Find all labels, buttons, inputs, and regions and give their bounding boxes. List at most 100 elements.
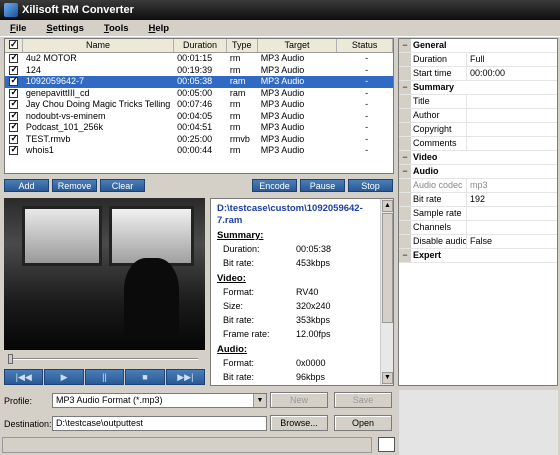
menu-tools[interactable]: Tools: [104, 23, 129, 34]
property-value[interactable]: [467, 137, 557, 150]
property-value[interactable]: Full: [467, 53, 557, 66]
property-category[interactable]: − General: [399, 39, 557, 53]
add-button[interactable]: Add: [4, 179, 49, 192]
property-value[interactable]: [467, 95, 557, 108]
stop-button[interactable]: Stop: [348, 179, 393, 192]
property-row[interactable]: Author: [399, 109, 557, 123]
row-checkbox[interactable]: [5, 145, 23, 157]
collapse-icon[interactable]: −: [399, 39, 411, 52]
scroll-down-icon[interactable]: ▼: [382, 372, 393, 384]
property-row[interactable]: Channels: [399, 221, 557, 235]
col-duration[interactable]: Duration: [174, 39, 227, 52]
row-checkbox[interactable]: [5, 122, 23, 134]
table-row[interactable]: TEST.rmvb 00:25:00 rmvb MP3 Audio -: [5, 134, 393, 146]
select-all-checkbox[interactable]: [5, 39, 23, 52]
row-checkbox[interactable]: [5, 65, 23, 77]
table-row[interactable]: Podcast_101_256k 00:04:51 rm MP3 Audio -: [5, 122, 393, 134]
cell-target: MP3 Audio: [260, 53, 305, 63]
property-row[interactable]: Audio codec mp3: [399, 179, 557, 193]
property-row[interactable]: Sample rate: [399, 207, 557, 221]
collapse-icon[interactable]: −: [399, 151, 411, 164]
property-row[interactable]: Disable audio False: [399, 235, 557, 249]
property-value[interactable]: 192: [467, 193, 557, 206]
property-name: Title: [411, 95, 467, 108]
col-type[interactable]: Type: [227, 39, 258, 52]
encode-button[interactable]: Encode: [252, 179, 297, 192]
property-value[interactable]: [467, 221, 557, 234]
property-row[interactable]: Title: [399, 95, 557, 109]
pause-icon[interactable]: ||: [84, 369, 125, 385]
info-row: Frame rate: 12.00fps: [211, 327, 393, 341]
open-button[interactable]: Open: [334, 415, 392, 431]
seek-bar[interactable]: [4, 352, 205, 366]
property-value[interactable]: False: [467, 235, 557, 248]
collapse-icon[interactable]: −: [399, 81, 411, 94]
info-key: Bit rate:: [223, 258, 255, 268]
play-icon[interactable]: ▶: [44, 369, 84, 385]
property-category[interactable]: − Expert: [399, 249, 557, 263]
property-category[interactable]: − Audio: [399, 165, 557, 179]
table-row[interactable]: 1092059642-7 00:05:38 ram MP3 Audio -: [5, 76, 393, 88]
property-value[interactable]: [467, 109, 557, 122]
property-value[interactable]: [467, 123, 557, 136]
row-checkbox[interactable]: [5, 53, 23, 65]
next-icon[interactable]: ▶▶|: [165, 369, 206, 385]
info-value: RV40: [296, 287, 319, 297]
collapse-icon[interactable]: −: [399, 249, 411, 262]
collapse-icon[interactable]: −: [399, 165, 411, 178]
col-name[interactable]: Name: [23, 39, 175, 52]
property-value[interactable]: [467, 207, 557, 220]
cell-name: genepavittIII_cd: [25, 87, 90, 98]
info-key: Frame rate:: [223, 329, 270, 339]
pause-button[interactable]: Pause: [300, 179, 345, 192]
new-button[interactable]: New: [270, 392, 328, 408]
table-row[interactable]: genepavittIII_cd 00:05:00 ram MP3 Audio -: [5, 88, 393, 100]
menu-settings[interactable]: Settings: [46, 23, 83, 34]
property-value[interactable]: 00:00:00: [467, 67, 557, 80]
remove-button[interactable]: Remove: [52, 179, 97, 192]
cell-type: rm: [229, 122, 241, 132]
menu-help[interactable]: Help: [149, 23, 170, 34]
property-row[interactable]: Start time 00:00:00: [399, 67, 557, 81]
row-checkbox[interactable]: [5, 88, 23, 100]
info-scrollbar[interactable]: ▲ ▼: [380, 199, 393, 385]
property-value[interactable]: mp3: [467, 179, 557, 192]
property-row[interactable]: Comments: [399, 137, 557, 151]
table-row[interactable]: 4u2 MOTOR 00:01:15 rm MP3 Audio -: [5, 53, 393, 65]
scroll-thumb[interactable]: [382, 213, 393, 323]
gutter: [399, 179, 411, 192]
property-row[interactable]: Duration Full: [399, 53, 557, 67]
info-row: Bit rate: 353kbps: [211, 313, 393, 327]
property-category[interactable]: − Summary: [399, 81, 557, 95]
scroll-up-icon[interactable]: ▲: [382, 200, 393, 212]
prev-icon[interactable]: |◀◀: [4, 369, 44, 385]
col-status[interactable]: Status: [337, 39, 393, 52]
row-checkbox[interactable]: [5, 99, 23, 111]
cell-status: -: [365, 87, 369, 98]
profile-select[interactable]: MP3 Audio Format (*.mp3) ▼: [52, 393, 267, 408]
table-row[interactable]: nodoubt-vs-eminem 00:04:05 rm MP3 Audio -: [5, 111, 393, 123]
table-row[interactable]: whois1 00:00:44 rm MP3 Audio -: [5, 145, 393, 157]
save-button[interactable]: Save: [334, 392, 392, 408]
property-row[interactable]: Bit rate 192: [399, 193, 557, 207]
col-target[interactable]: Target: [258, 39, 338, 52]
property-category[interactable]: − Video: [399, 151, 557, 165]
menu-file[interactable]: File: [10, 23, 26, 34]
row-checkbox[interactable]: [5, 76, 23, 88]
chevron-down-icon[interactable]: ▼: [253, 394, 266, 407]
properties-grid[interactable]: − General Duration Full Start time 00:00:00− S…: [398, 38, 558, 386]
profile-value: MP3 Audio Format (*.mp3): [56, 395, 163, 405]
stop-icon[interactable]: ■: [125, 369, 165, 385]
property-row[interactable]: Copyright: [399, 123, 557, 137]
row-checkbox[interactable]: [5, 111, 23, 123]
table-row[interactable]: Jay Chou Doing Magic Tricks Telling 00:07…: [5, 99, 393, 111]
clear-button[interactable]: Clear: [100, 179, 145, 192]
seek-handle[interactable]: [8, 354, 13, 364]
file-list[interactable]: Name Duration Type Target Status 4u2 MOT…: [4, 38, 394, 174]
destination-value: D:\testcase\outputtest: [56, 418, 144, 428]
row-checkbox[interactable]: [5, 134, 23, 146]
destination-input[interactable]: D:\testcase\outputtest: [52, 416, 267, 431]
browse-button[interactable]: Browse...: [270, 415, 328, 431]
table-row[interactable]: 124 00:19:39 rm MP3 Audio -: [5, 65, 393, 77]
cell-target: MP3 Audio: [260, 122, 305, 132]
